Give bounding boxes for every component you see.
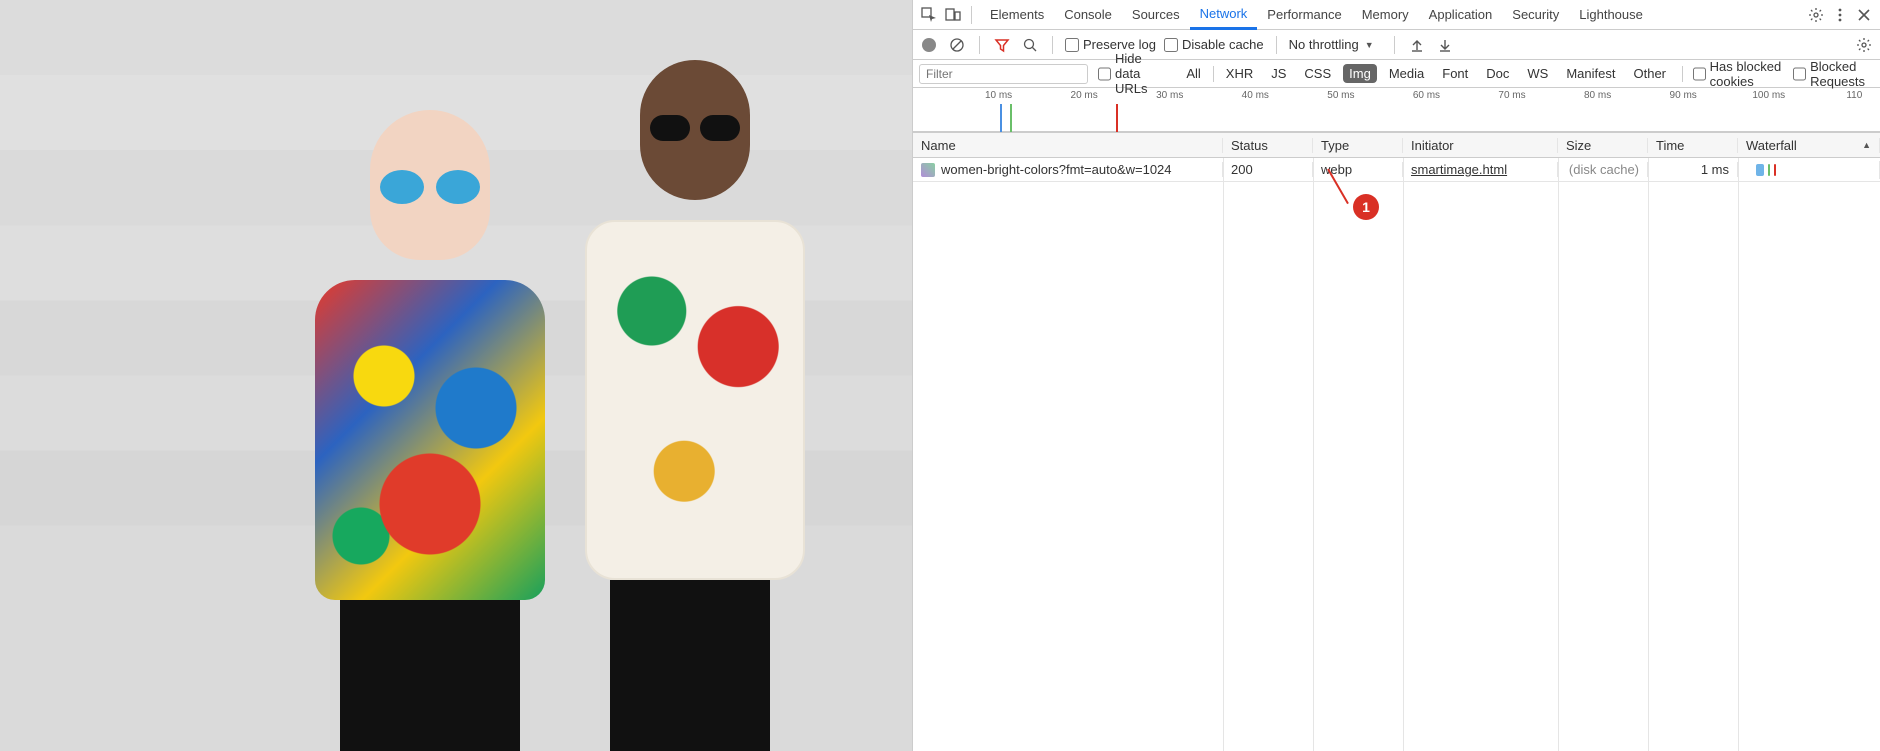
filter-type-all[interactable]: All: [1180, 64, 1206, 83]
devtools-tabbar: ElementsConsoleSourcesNetworkPerformance…: [913, 0, 1880, 30]
timeline-tick: 90 ms: [1670, 90, 1697, 101]
disable-cache-checkbox[interactable]: Disable cache: [1164, 37, 1264, 52]
filter-type-doc[interactable]: Doc: [1480, 64, 1515, 83]
tab-application[interactable]: Application: [1419, 0, 1503, 30]
filter-type-js[interactable]: JS: [1265, 64, 1292, 83]
search-icon[interactable]: [1020, 35, 1040, 55]
preserve-log-checkbox[interactable]: Preserve log: [1065, 37, 1156, 52]
clear-log-icon[interactable]: [947, 35, 967, 55]
timeline-tick: 50 ms: [1327, 90, 1354, 101]
filter-type-css[interactable]: CSS: [1298, 64, 1337, 83]
close-devtools-icon[interactable]: [1854, 5, 1874, 25]
col-status-header[interactable]: Status: [1223, 138, 1313, 153]
filter-type-media[interactable]: Media: [1383, 64, 1430, 83]
col-waterfall-header[interactable]: Waterfall▲: [1738, 138, 1880, 153]
annotation-badge-1: 1: [1353, 194, 1379, 220]
filter-type-font[interactable]: Font: [1436, 64, 1474, 83]
timeline-tick: 100 ms: [1752, 90, 1785, 101]
col-initiator-header[interactable]: Initiator: [1403, 138, 1558, 153]
tab-performance[interactable]: Performance: [1257, 0, 1351, 30]
blocked-requests-checkbox[interactable]: Blocked Requests: [1793, 59, 1874, 89]
inspect-element-icon[interactable]: [919, 5, 939, 25]
tab-memory[interactable]: Memory: [1352, 0, 1419, 30]
timeline-tick: 30 ms: [1156, 90, 1183, 101]
more-menu-icon[interactable]: [1830, 5, 1850, 25]
tab-elements[interactable]: Elements: [980, 0, 1054, 30]
throttling-select[interactable]: No throttling▼: [1289, 37, 1382, 52]
network-toolbar: Preserve log Disable cache No throttling…: [913, 30, 1880, 60]
col-name-header[interactable]: Name: [913, 138, 1223, 153]
filter-input[interactable]: [919, 64, 1088, 84]
network-filter-bar: Hide data URLs AllXHRJSCSSImgMediaFontDo…: [913, 60, 1880, 88]
timeline-tick: 110: [1846, 90, 1862, 101]
page-preview: [0, 0, 912, 751]
filter-type-xhr[interactable]: XHR: [1220, 64, 1259, 83]
tab-network[interactable]: Network: [1190, 0, 1258, 30]
tab-security[interactable]: Security: [1502, 0, 1569, 30]
filter-type-other[interactable]: Other: [1627, 64, 1672, 83]
col-size-header[interactable]: Size: [1558, 138, 1648, 153]
timeline-tick: 70 ms: [1498, 90, 1525, 101]
network-settings-gear-icon[interactable]: [1854, 35, 1874, 55]
tab-console[interactable]: Console: [1054, 0, 1122, 30]
devtools-panel: ElementsConsoleSourcesNetworkPerformance…: [912, 0, 1880, 751]
timeline-tick: 10 ms: [985, 90, 1012, 101]
timeline-tick: 40 ms: [1242, 90, 1269, 101]
preview-image: [0, 0, 912, 751]
waterfall-bar: [1746, 161, 1871, 179]
timeline-tick: 20 ms: [1071, 90, 1098, 101]
network-requests-table: Name Status Type Initiator Size Time Wat…: [913, 132, 1880, 751]
filter-funnel-icon[interactable]: [992, 35, 1012, 55]
table-header[interactable]: Name Status Type Initiator Size Time Wat…: [913, 132, 1880, 158]
import-har-icon[interactable]: [1407, 35, 1427, 55]
filter-type-img[interactable]: Img: [1343, 64, 1377, 83]
export-har-icon[interactable]: [1435, 35, 1455, 55]
filter-type-ws[interactable]: WS: [1521, 64, 1554, 83]
tab-lighthouse[interactable]: Lighthouse: [1569, 0, 1653, 30]
tab-sources[interactable]: Sources: [1122, 0, 1190, 30]
record-button[interactable]: [919, 35, 939, 55]
timeline-tick: 60 ms: [1413, 90, 1440, 101]
timeline-overview[interactable]: 10 ms 20 ms 30 ms 40 ms 50 ms 60 ms 70 ms 80 ms…: [913, 88, 1880, 132]
filter-type-manifest[interactable]: Manifest: [1560, 64, 1621, 83]
col-type-header[interactable]: Type: [1313, 138, 1403, 153]
settings-gear-icon[interactable]: [1806, 5, 1826, 25]
has-blocked-cookies-checkbox[interactable]: Has blocked cookies: [1693, 59, 1783, 89]
col-time-header[interactable]: Time: [1648, 138, 1738, 153]
device-toolbar-icon[interactable]: [943, 5, 963, 25]
timeline-tick: 80 ms: [1584, 90, 1611, 101]
